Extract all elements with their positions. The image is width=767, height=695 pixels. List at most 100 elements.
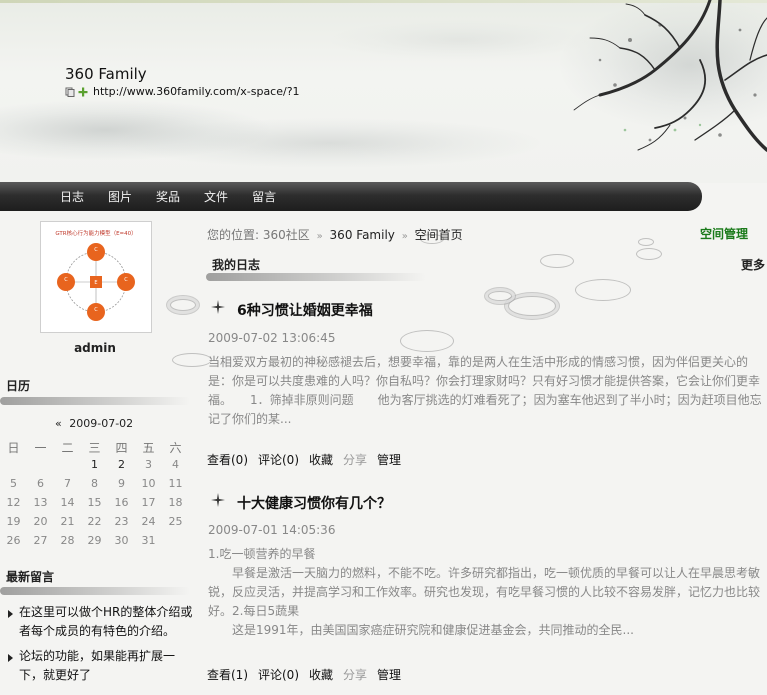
calendar-day: 18 <box>168 496 183 509</box>
ink-tree-decoration <box>573 0 767 152</box>
calendar-day: 29 <box>87 534 102 547</box>
comment-count-link[interactable]: 评论(0) <box>258 666 299 683</box>
calendar-weekday-row: 日 一 二 三 四 五 六 <box>0 439 190 458</box>
post-actions: 查看(1) 评论(0) 收藏 分享 管理 <box>207 666 411 683</box>
calendar-day: 7 <box>64 477 71 490</box>
calendar-day: 14 <box>60 496 75 509</box>
message-text[interactable]: 在这里可以做个HR的整体介绍或者每个成员的有特色的介绍。 <box>19 605 192 638</box>
site-url[interactable]: http://www.360family.com/x-space/?1 <box>93 85 300 98</box>
breadcrumb: 您的位置: 360社区 » 360 Family » 空间首页 <box>207 226 463 243</box>
svg-text:C: C <box>94 247 98 253</box>
post-date: 2009-07-02 13:06:45 <box>208 331 336 345</box>
share-link[interactable]: 分享 <box>343 451 367 468</box>
calendar-heading: 日历 <box>6 379 31 393</box>
calendar-prev-link[interactable]: « <box>55 417 62 430</box>
calendar-day-link[interactable]: 2 <box>108 458 135 477</box>
breadcrumb-separator: » <box>316 231 323 242</box>
weekday-label: 五 <box>142 441 155 455</box>
svg-text:C: C <box>64 277 68 283</box>
calendar-day: 30 <box>114 534 129 547</box>
ripple-decoration <box>638 238 654 246</box>
site-url-row: http://www.360family.com/x-space/?1 <box>65 85 300 98</box>
message-item[interactable]: 在这里可以做个HR的整体介绍或者每个成员的有特色的介绍。 <box>8 603 193 641</box>
brush-divider <box>0 397 190 405</box>
view-count-link[interactable]: 查看(0) <box>207 451 248 468</box>
calendar-day: 17 <box>141 496 156 509</box>
calendar-day: 5 <box>10 477 17 490</box>
manage-link[interactable]: 管理 <box>377 666 401 683</box>
message-text[interactable]: 论坛的功能，如果能再扩展一下，就更好了 <box>19 649 175 682</box>
star-bullet-icon <box>211 300 225 314</box>
post-excerpt-line: 1.吃一顿营养的早餐 <box>208 547 316 561</box>
more-link[interactable]: 更多 <box>741 256 765 273</box>
calendar-day <box>54 458 81 477</box>
comment-count-link[interactable]: 评论(0) <box>258 451 299 468</box>
calendar-day: 28 <box>60 534 75 547</box>
calendar-month-row: « 2009-07-02 <box>55 417 133 430</box>
svg-text:C: C <box>124 277 128 283</box>
calendar-day: 4 <box>172 458 179 471</box>
favorite-link[interactable]: 收藏 <box>309 666 333 683</box>
weekday-label: 六 <box>169 441 182 455</box>
star-bullet-icon <box>211 493 225 507</box>
copy-icon[interactable] <box>65 87 75 97</box>
calendar-day: 11 <box>168 477 183 490</box>
nav-item-blog[interactable]: 日志 <box>60 188 84 205</box>
svg-text:E: E <box>94 280 97 286</box>
calendar-day: 8 <box>91 477 98 490</box>
manage-link[interactable]: 管理 <box>377 451 401 468</box>
post-title[interactable]: 6种习惯让婚姻更幸福 <box>237 300 373 320</box>
calendar-week-row: 26 27 28 29 30 31 <box>0 534 190 553</box>
favorite-link[interactable]: 收藏 <box>309 451 333 468</box>
section-title: 我的日志 <box>212 258 261 272</box>
weekday-label: 四 <box>115 441 128 455</box>
post-excerpt-line: 早餐是激活一天脑力的燃料，不能不吃。许多研究都指出，吃一顿优质的早餐可以让人在早… <box>208 566 761 618</box>
calendar-day: 12 <box>6 496 21 509</box>
space-admin-link[interactable]: 空间管理 <box>700 225 748 242</box>
weekday-label: 二 <box>61 441 74 455</box>
breadcrumb-current: 空间首页 <box>414 228 463 242</box>
bullet-icon <box>8 654 13 662</box>
calendar-day: 25 <box>168 515 183 528</box>
breadcrumb-prefix[interactable]: 您的位置: 360社区 <box>207 228 310 242</box>
message-item[interactable]: 论坛的功能，如果能再扩展一下，就更好了 <box>8 647 193 685</box>
post-actions: 查看(0) 评论(0) 收藏 分享 管理 <box>207 451 411 468</box>
calendar-day <box>0 458 27 477</box>
calendar-day: 31 <box>141 534 156 547</box>
ripple-decoration <box>508 296 556 316</box>
brush-divider <box>0 587 190 595</box>
nav-item-guestbook[interactable]: 留言 <box>252 188 276 205</box>
admin-name[interactable]: admin <box>0 341 190 355</box>
calendar-day: 10 <box>141 477 156 490</box>
ripple-decoration <box>488 291 512 301</box>
site-title[interactable]: 360 Family <box>65 65 147 83</box>
calendar-day <box>162 534 189 553</box>
weekday-label: 日 <box>7 441 20 455</box>
nav-item-prizes[interactable]: 奖品 <box>156 188 180 205</box>
ripple-decoration <box>170 299 196 311</box>
post-title[interactable]: 十大健康习惯你有几个？ <box>237 493 391 513</box>
breadcrumb-separator: » <box>401 231 408 242</box>
brush-divider <box>206 273 426 281</box>
svg-text:C: C <box>94 307 98 313</box>
calendar-day-link[interactable]: 1 <box>81 458 108 477</box>
post-date: 2009-07-01 14:05:36 <box>208 523 336 537</box>
ink-cloud-decoration <box>120 118 540 168</box>
share-link[interactable]: 分享 <box>343 666 367 683</box>
calendar-day: 6 <box>37 477 44 490</box>
calendar-day: 15 <box>87 496 102 509</box>
nav-item-photos[interactable]: 图片 <box>108 188 132 205</box>
latest-messages-heading: 最新留言 <box>6 570 55 584</box>
ripple-decoration <box>172 353 212 367</box>
calendar-day: 19 <box>6 515 21 528</box>
weekday-label: 一 <box>34 441 47 455</box>
avatar[interactable]: GTR核心行为能力模型（E=40） C C C C E <box>40 221 152 333</box>
nav-item-files[interactable]: 文件 <box>204 188 228 205</box>
calendar-day: 9 <box>118 477 125 490</box>
post-excerpt: 当相爱双方最初的神秘感褪去后，想要幸福，靠的是两人在生活中形成的情感习惯，因为伴… <box>208 355 762 426</box>
weekday-label: 三 <box>88 441 101 455</box>
view-count-link[interactable]: 查看(1) <box>207 666 248 683</box>
site-header: 360 Family http://www.360family.com/x-sp… <box>0 0 767 183</box>
add-favorite-icon[interactable] <box>78 87 88 97</box>
breadcrumb-link-family[interactable]: 360 Family <box>330 228 395 242</box>
